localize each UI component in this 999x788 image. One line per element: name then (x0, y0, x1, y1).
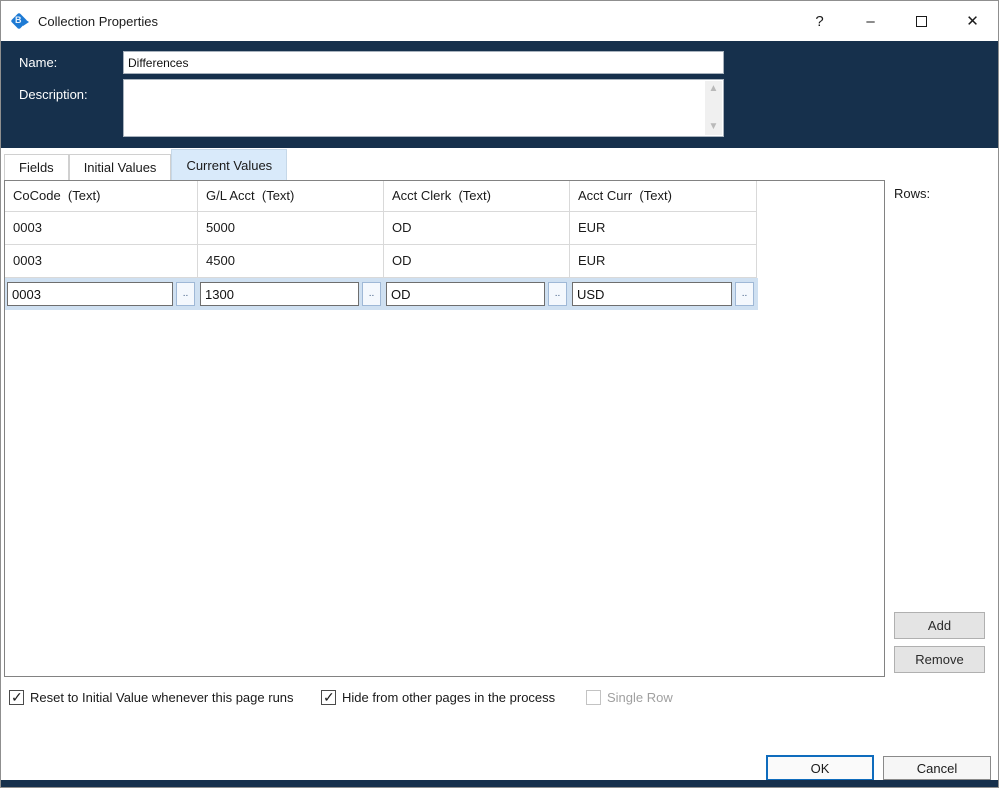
table-edit-row: ........ (5, 278, 758, 310)
table-header-row: CoCode (Text) G/L Acct (Text) Acct Clerk (… (5, 181, 884, 212)
scroll-down-icon[interactable]: ▼ (709, 119, 719, 135)
name-input[interactable] (123, 51, 724, 74)
browse-button[interactable]: .. (548, 282, 567, 306)
close-icon[interactable]: ✕ (947, 1, 998, 41)
edit-cell: .. (5, 278, 198, 310)
checkbox-icon[interactable] (321, 689, 336, 706)
table-cell[interactable]: 4500 (198, 245, 384, 278)
options-row: Reset to Initial Value whenever this pag… (1, 689, 998, 710)
properties-header: Name: Description: ▲ ▼ (1, 41, 998, 148)
table-row[interactable]: 0003 4500 OD EUR (5, 245, 884, 278)
option-hide-from-other[interactable]: Hide from other pages in the process (321, 689, 556, 706)
table-cell[interactable]: 0003 (5, 245, 198, 278)
checkbox-icon (586, 690, 601, 705)
description-label: Description: (19, 87, 88, 102)
checkbox-label: Hide from other pages in the process (342, 690, 556, 705)
edit-cell-input[interactable] (7, 282, 173, 306)
tab-current-values[interactable]: Current Values (171, 149, 288, 180)
option-reset-to-initial[interactable]: Reset to Initial Value whenever this pag… (9, 689, 294, 706)
table-cell[interactable]: OD (384, 245, 570, 278)
column-header[interactable]: G/L Acct (Text) (198, 181, 384, 212)
values-table: CoCode (Text) G/L Acct (Text) Acct Clerk (… (4, 180, 885, 677)
table-row[interactable]: 0003 5000 OD EUR (5, 212, 884, 245)
edit-cell-input[interactable] (386, 282, 545, 306)
bottom-accent-strip (1, 780, 998, 787)
rows-label: Rows: (894, 186, 931, 201)
edit-cell: .. (384, 278, 570, 310)
browse-button[interactable]: .. (735, 282, 754, 306)
description-input[interactable]: ▲ ▼ (123, 79, 724, 137)
app-logo-icon: B (10, 12, 29, 30)
column-header[interactable]: CoCode (Text) (5, 181, 198, 212)
checkbox-icon[interactable] (9, 689, 24, 706)
table-cell[interactable]: EUR (570, 245, 757, 278)
tab-fields[interactable]: Fields (4, 154, 69, 180)
tab-initial-values[interactable]: Initial Values (68, 154, 172, 180)
tab-strip: Fields Initial Values Current Values (1, 148, 998, 180)
checkbox-label: Single Row (607, 690, 673, 705)
checkbox-label: Reset to Initial Value whenever this pag… (30, 690, 294, 705)
scroll-up-icon[interactable]: ▲ (709, 81, 719, 97)
table-cell[interactable]: 0003 (5, 212, 198, 245)
collection-properties-dialog: B Collection Properties ? – ✕ Name: Desc… (0, 0, 999, 788)
window-title: Collection Properties (38, 13, 158, 29)
minimize-icon[interactable]: – (845, 1, 896, 41)
column-header-filler (757, 181, 884, 212)
maximize-icon[interactable] (896, 1, 947, 41)
edit-cell: .. (198, 278, 384, 310)
cancel-button[interactable]: Cancel (883, 756, 991, 780)
title-bar: B Collection Properties ? – ✕ (1, 1, 998, 41)
column-header[interactable]: Acct Curr (Text) (570, 181, 757, 212)
edit-cell: .. (570, 278, 757, 310)
browse-button[interactable]: .. (176, 282, 195, 306)
table-cell[interactable]: EUR (570, 212, 757, 245)
add-button[interactable]: Add (894, 612, 985, 639)
name-label: Name: (19, 55, 58, 70)
ok-button[interactable]: OK (766, 755, 874, 781)
edit-cell-input[interactable] (200, 282, 359, 306)
help-icon[interactable]: ? (794, 1, 845, 41)
option-single-row: Single Row (586, 690, 673, 705)
description-scrollbar[interactable]: ▲ ▼ (705, 81, 722, 135)
table-cell[interactable]: 5000 (198, 212, 384, 245)
table-cell[interactable]: OD (384, 212, 570, 245)
edit-cell-input[interactable] (572, 282, 732, 306)
remove-button[interactable]: Remove (894, 646, 985, 673)
browse-button[interactable]: .. (362, 282, 381, 306)
column-header[interactable]: Acct Clerk (Text) (384, 181, 570, 212)
